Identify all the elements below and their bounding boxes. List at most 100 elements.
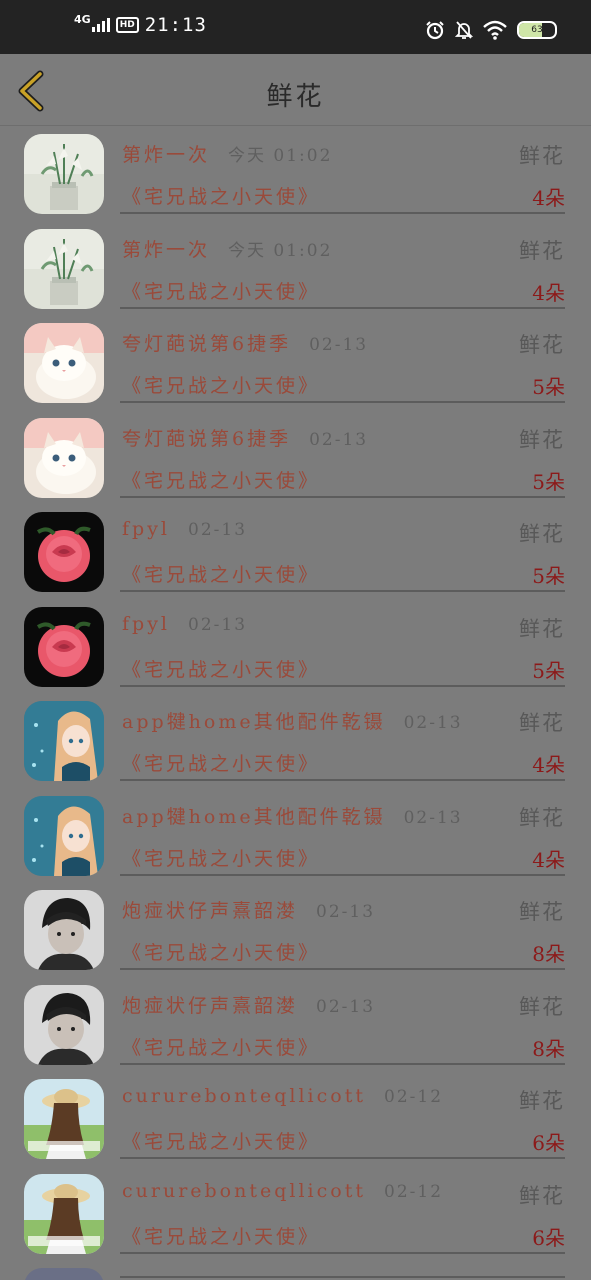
gift-count: 4朵 [532,753,565,777]
divider [120,590,565,592]
room-name: 《宅兄战之小天使》 [122,658,321,681]
list-item[interactable]: 炮痖状仔声熹韶漤 02-13 鲜花 《宅兄战之小天使》 8朵 [0,886,591,980]
divider [120,1251,565,1254]
avatar [24,984,104,1065]
battery-icon: 63 [517,21,557,39]
sender-name: cururebonteqllicott [122,1179,366,1202]
page-title: 鲜花 [266,82,325,112]
list-item[interactable]: cururebonteqllicott 02-12 鲜花 《宅兄战之小天使》 6朵 [0,1170,591,1264]
divider [120,968,565,970]
sender-name: 夸灯葩说第6捷季 [122,333,292,355]
wifi-icon [483,20,507,40]
sender-line: 第炸一次 今天 01:02 [122,235,492,262]
record-time: 02-13 [188,520,248,540]
sender-line: cururebonteqllicott 02-12 [122,1180,492,1202]
anime-girl-avatar [24,701,104,781]
sender-line: fpyl 02-13 [122,613,492,635]
gift-type: 鲜花 [519,1089,565,1113]
sender-name: app犍home其他配件乾镊 [122,711,386,733]
divider [120,495,565,498]
sender-name: cururebonteqllicott [122,1085,366,1107]
battery-level: 63 [531,25,543,35]
divider [120,1062,565,1065]
sender-name: fpyl [122,612,171,635]
gift-count: 5朵 [532,469,565,494]
record-time: 02-13 [403,713,463,733]
status-time: 21:13 [144,14,207,36]
list-item[interactable]: 夸灯葩说第6捷季 02-13 鲜花 《宅兄战之小天使》 5朵 [0,414,591,508]
divider [120,873,565,876]
record-time: 02-13 [316,902,376,922]
sender-name: 第炸一次 [122,144,211,166]
signal-icon [91,18,110,32]
sender-line: cururebonteqllicott 02-12 [122,1085,492,1107]
girl-hat-avatar [24,1079,104,1159]
gift-count: 4朵 [532,847,565,872]
gift-count: 8朵 [532,942,565,966]
room-name: 《宅兄战之小天使》 [122,564,321,586]
avatar [24,134,104,214]
sender-name: 炮痖状仔声熹韶漤 [122,994,299,1017]
partial-row-avatar [24,1268,104,1280]
status-left: 4G HD 21:13 [74,12,207,37]
status-bar: 4G HD 21:13 63 [0,0,591,54]
gift-type: 鲜花 [519,238,565,263]
sender-line: 炮痖状仔声熹韶漤 02-13 [122,991,492,1018]
list-item[interactable]: cururebonteqllicott 02-12 鲜花 《宅兄战之小天使》 6朵 [0,1075,591,1169]
gift-count: 6朵 [532,1131,565,1155]
flowers-vase-avatar [24,228,104,309]
avatar [24,1079,104,1159]
sender-name: 夸灯葩说第6捷季 [122,427,292,450]
avatar [24,323,104,403]
gift-type: 鲜花 [519,1183,565,1208]
room-name: 《宅兄战之小天使》 [122,753,321,775]
kitten-avatar [24,417,104,498]
bell-off-icon [455,21,473,39]
record-time: 02-13 [309,335,369,355]
sender-name: 第炸一次 [122,238,211,261]
gift-count: 8朵 [532,1036,565,1061]
sender-name: app犍home其他配件乾镊 [122,805,386,828]
sender-line: app犍home其他配件乾镊 02-13 [122,707,492,734]
list-item[interactable]: 夸灯葩说第6捷季 02-13 鲜花 《宅兄战之小天使》 5朵 [0,319,591,413]
sender-line: 夸灯葩说第6捷季 02-13 [122,424,492,451]
list-item[interactable]: 第炸一次 今天 01:02 鲜花 《宅兄战之小天使》 4朵 [0,130,591,224]
room-name: 《宅兄战之小天使》 [122,375,321,397]
flowers-vase-avatar [24,134,104,214]
gift-type: 鲜花 [519,711,565,735]
record-time: 今天 01:02 [228,146,333,166]
list-item[interactable]: 第炸一次 今天 01:02 鲜花 《宅兄战之小天使》 4朵 [0,225,591,319]
sender-name: fpyl [122,518,171,540]
list-item[interactable]: fpyl 02-13 鲜花 《宅兄战之小天使》 5朵 [0,603,591,697]
gift-type: 鲜花 [519,900,565,924]
room-name: 《宅兄战之小天使》 [122,847,321,870]
list-item[interactable]: app犍home其他配件乾镊 02-13 鲜花 《宅兄战之小天使》 4朵 [0,697,591,791]
room-name: 《宅兄战之小天使》 [122,942,321,964]
record-time: 今天 01:02 [228,240,333,261]
boy-portrait-avatar [24,984,104,1065]
avatar [24,417,104,498]
gift-record-screen: 鲜花 第炸一次 今天 01:02 鲜花 《宅兄战之小天使》 4朵 第炸一次 今天 0… [0,54,591,1280]
status-right: 63 [425,20,557,40]
record-time: 02-13 [316,996,376,1017]
room-name: 《宅兄战之小天使》 [122,280,321,303]
divider [120,684,565,687]
hd-badge: HD [115,17,139,33]
avatar [24,890,104,970]
sender-line: 炮痖状仔声熹韶漤 02-13 [122,896,492,923]
record-time: 02-12 [384,1087,444,1107]
network-type: 4G [74,12,91,26]
gift-count: 5朵 [532,375,565,399]
room-name: 《宅兄战之小天使》 [122,1131,321,1153]
partial-row-divider [120,1276,565,1278]
sender-line: app犍home其他配件乾镊 02-13 [122,802,492,829]
list-item[interactable]: fpyl 02-13 鲜花 《宅兄战之小天使》 5朵 [0,508,591,602]
avatar [24,1173,104,1254]
list-item[interactable]: app犍home其他配件乾镊 02-13 鲜花 《宅兄战之小天使》 4朵 [0,792,591,886]
list-item[interactable]: 炮痖状仔声熹韶漤 02-13 鲜花 《宅兄战之小天使》 8朵 [0,981,591,1075]
record-time: 02-13 [403,807,463,828]
gift-type: 鲜花 [519,333,565,357]
room-name: 《宅兄战之小天使》 [122,1036,321,1059]
girl-hat-avatar [24,1173,104,1254]
divider [120,1157,565,1159]
